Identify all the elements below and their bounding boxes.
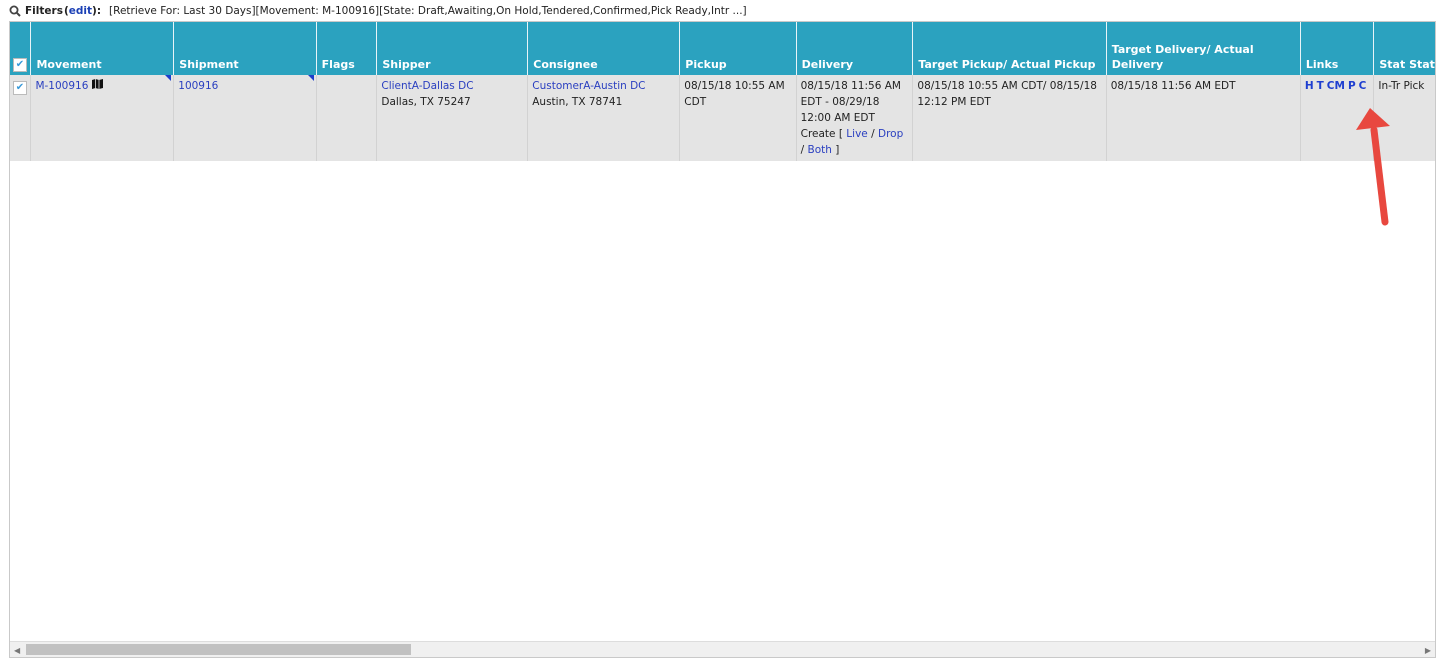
separator: / [871,128,875,140]
consignee-link[interactable]: CustomerA-Austin DC [532,80,645,92]
close-paren: ): [92,5,102,17]
annotation-arrow-icon [1356,108,1390,226]
select-all-checkbox[interactable]: ✔ [13,58,27,72]
shipment-link[interactable]: 100916 [178,80,218,92]
corner-marker [307,75,314,81]
select-all-header[interactable]: ✔ [10,22,31,75]
col-target-pickup[interactable]: Target Pickup/ Actual Pickup [912,22,1107,75]
movements-table: ✔ Movement Shipment Flags Shipper Consig… [10,22,1435,161]
separator: / [800,144,805,156]
filters-summary: [Retrieve For: Last 30 Days][Movement: M… [109,5,747,17]
consignee-address: Austin, TX 78741 [532,96,623,108]
col-pickup[interactable]: Pickup [679,22,797,75]
shipper-cell: ClientA-Dallas DC Dallas, TX 75247 [376,75,528,161]
link-c[interactable]: C [1359,80,1367,92]
scrollbar-thumb[interactable] [26,644,411,655]
paren: (edit): [64,5,101,17]
link-t[interactable]: T [1317,80,1324,92]
delivery-cell: 08/15/18 11:56 AM EDT - 08/29/18 12:00 A… [795,75,913,161]
movement-link[interactable]: M-100916 [35,80,88,92]
create-live-link[interactable]: Live [846,128,867,140]
movement-cell: M-100916 [30,75,174,161]
flags-cell [315,75,377,161]
shipment-cell: 100916 [173,75,317,161]
target-pickup-cell: 08/15/18 10:55 AM CDT/ 08/15/18 12:12 PM… [912,75,1107,161]
delivery-window: 08/15/18 11:56 AM EDT - 08/29/18 12:00 A… [800,80,901,124]
link-p[interactable]: P [1348,80,1356,92]
horizontal-scrollbar[interactable]: ◀ ▶ [10,641,1435,657]
shipper-link[interactable]: ClientA-Dallas DC [381,80,473,92]
pickup-cell: 08/15/18 10:55 AM CDT [679,75,797,161]
filters-label: Filters [25,5,63,17]
filters-bar: Filters (edit): [Retrieve For: Last 30 Da… [9,4,747,18]
movements-grid: ✔ Movement Shipment Flags Shipper Consig… [9,21,1436,658]
create-label: Create [ [800,128,843,140]
search-icon [9,5,21,17]
row-select-cell: ✔ [10,75,31,161]
corner-marker [165,75,172,81]
scroll-left-icon[interactable]: ◀ [14,646,20,655]
col-status[interactable]: Stat Stat [1373,22,1435,75]
col-target-delivery[interactable]: Target Delivery/ Actual Delivery [1105,22,1301,75]
table-row: ✔ M-100916 100916 ClientA-Dallas DC Dalla… [10,75,1435,161]
col-links[interactable]: Links [1299,22,1374,75]
link-cm[interactable]: CM [1327,80,1345,92]
create-both-link[interactable]: Both [808,144,832,156]
scroll-right-icon[interactable]: ▶ [1425,646,1431,655]
link-h[interactable]: H [1305,80,1314,92]
consignee-cell: CustomerA-Austin DC Austin, TX 78741 [527,75,680,161]
shipper-address: Dallas, TX 75247 [381,96,471,108]
col-consignee[interactable]: Consignee [527,22,680,75]
filters-edit-link[interactable]: edit [69,5,92,17]
col-movement[interactable]: Movement [30,22,174,75]
col-delivery[interactable]: Delivery [795,22,913,75]
col-shipper[interactable]: Shipper [376,22,528,75]
map-icon[interactable] [91,79,103,89]
create-drop-link[interactable]: Drop [878,128,903,140]
col-shipment[interactable]: Shipment [173,22,317,75]
row-checkbox[interactable]: ✔ [13,81,27,95]
bracket-end: ] [835,144,840,156]
col-flags[interactable]: Flags [315,22,377,75]
target-delivery-cell: 08/15/18 11:56 AM EDT [1105,75,1301,161]
